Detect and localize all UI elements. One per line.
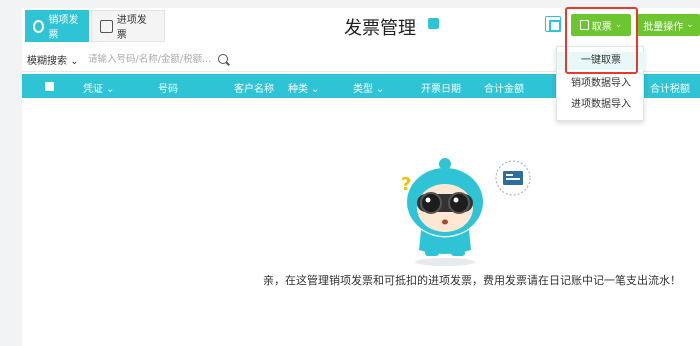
column-header-issue-date: 开票日期 <box>421 84 461 95</box>
qr-code-button[interactable] <box>545 16 561 32</box>
batch-operation-label: 批量操作 <box>643 21 684 33</box>
column-header-voucher[interactable]: 凭证 ⌄ <box>83 80 115 95</box>
select-all-checkbox[interactable] <box>45 82 54 91</box>
column-header-number: 号码 <box>158 84 178 95</box>
empty-state-illustration: ? <box>401 158 531 266</box>
menu-item-import-sales-data[interactable]: 销项数据导入 <box>557 75 645 93</box>
menu-item-import-purchase-data[interactable]: 进项数据导入 <box>557 96 645 114</box>
empty-state-message: 亲，在这管理销项发票和可抵扣的进项发票，费用发票请在日记账中记一笔支出流水！ <box>263 274 681 287</box>
search-mode-select[interactable]: 模糊搜索 ⌄ <box>27 52 79 67</box>
chevron-down-icon: ⌄ <box>70 56 79 67</box>
column-header-type[interactable]: 类型 ⌄ <box>353 80 385 95</box>
highlight-box <box>565 7 638 74</box>
chevron-down-icon: ⌄ <box>686 20 694 30</box>
batch-operation-button[interactable]: 批量操作 ⌄ <box>637 14 700 36</box>
search-input[interactable] <box>88 50 228 68</box>
column-header-customer-name: 客户名称 <box>234 84 274 95</box>
column-header-kind[interactable]: 种类 ⌄ <box>288 80 320 95</box>
search-icon[interactable] <box>218 54 228 64</box>
search-mode-label: 模糊搜索 <box>27 56 67 67</box>
column-header-total-amount: 合计金额 <box>484 84 524 95</box>
page: 销项发票 进项发票 发票管理 取票 ⌄ 批量操作 ⌄ 模糊搜索 ⌄ 凭证 ⌄ 号… <box>0 0 700 346</box>
column-header-total-tax: 合计税额 <box>650 84 690 95</box>
video-tutorial-icon[interactable] <box>428 18 439 29</box>
